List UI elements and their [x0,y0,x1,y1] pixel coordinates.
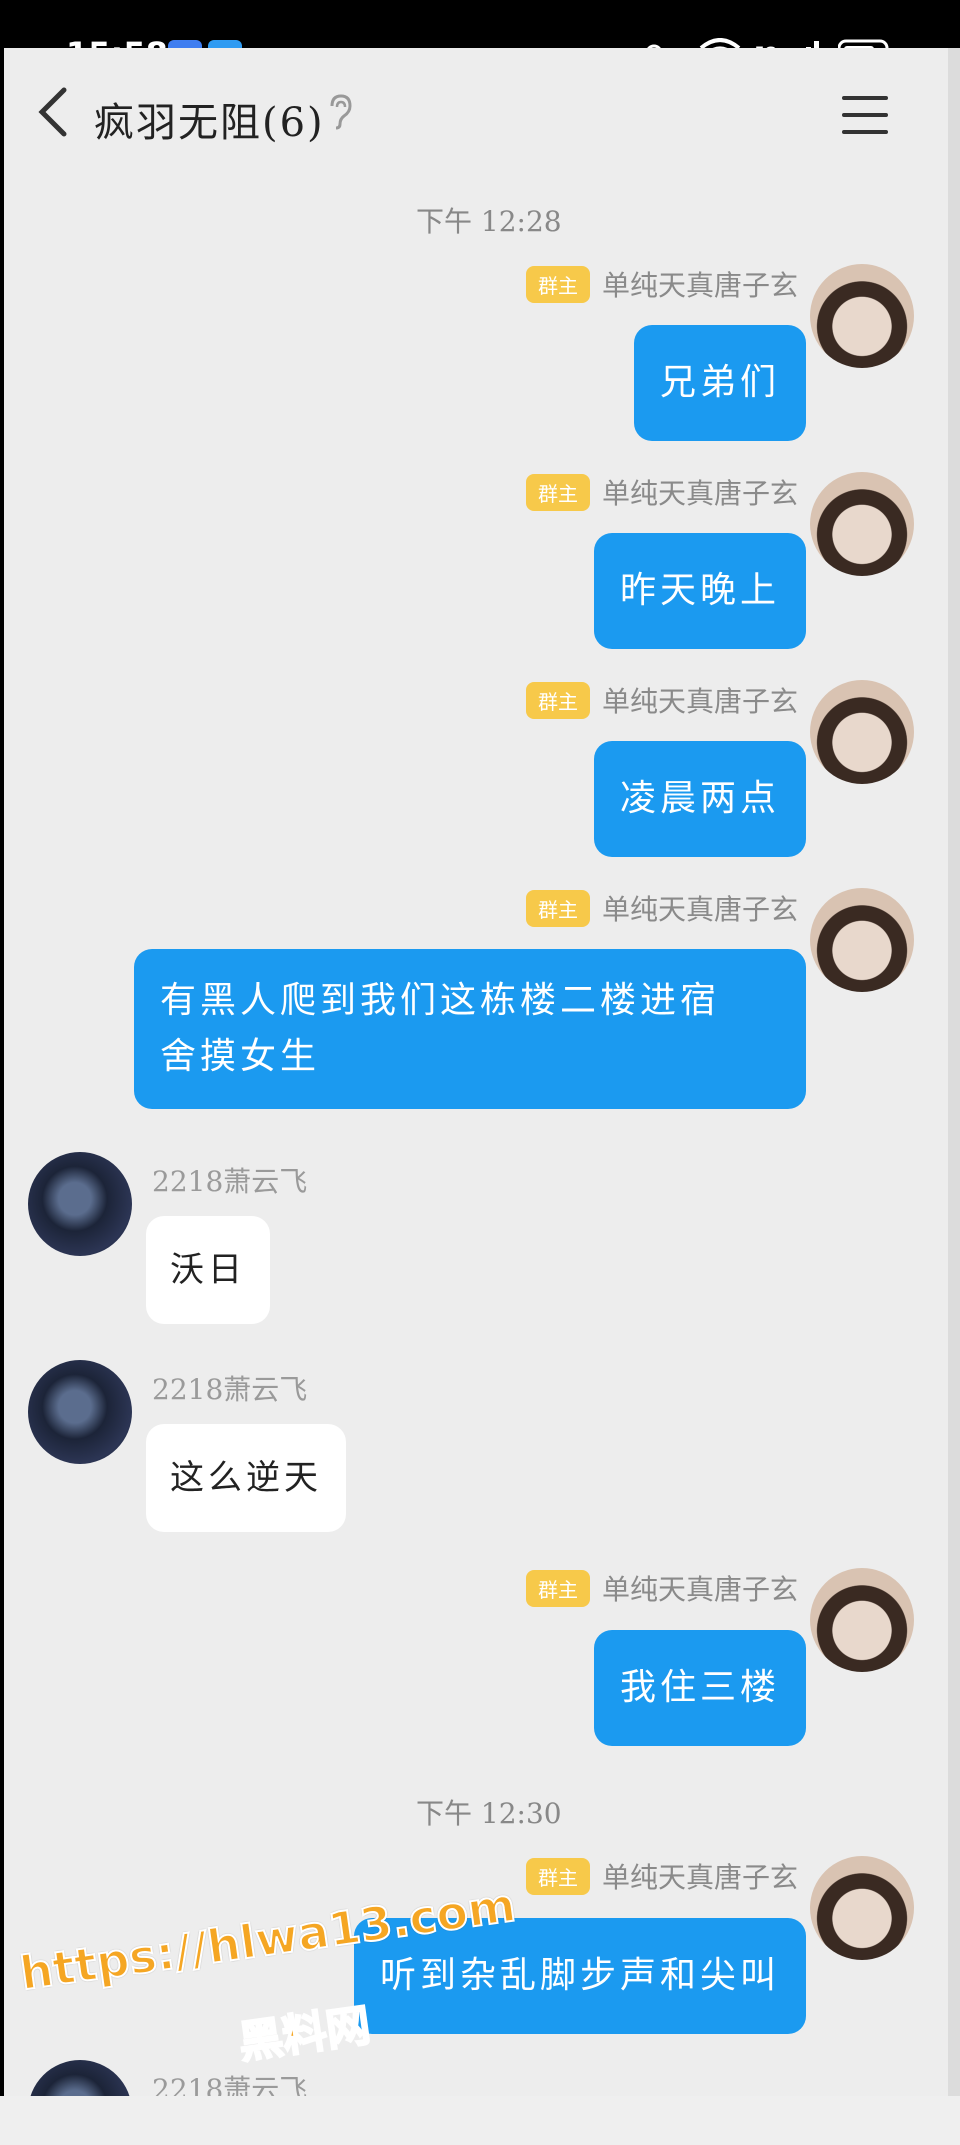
sender-row: 群主 单纯天真唐子玄 [525,264,798,304]
sender-row: 群主 单纯天真唐子玄 [525,1856,798,1896]
message-bubble[interactable]: 凌晨两点 [593,741,806,857]
timestamp: 下午 12:28 [416,205,562,238]
avatar[interactable] [810,472,914,576]
sender-row: 群主 单纯天真唐子玄 [525,680,798,720]
message-line: 有黑人爬到我们这栋楼二楼进宿 [160,980,721,1021]
avatar[interactable] [810,1856,914,1960]
avatar[interactable] [28,1360,132,1464]
sender-name[interactable]: 单纯天真唐子玄 [602,1856,798,1896]
message-bubble[interactable]: 沃日 [146,1216,270,1324]
owner-badge: 群主 [525,1569,590,1607]
message-line: 舍摸女生 [160,1036,321,1077]
message-bubble[interactable]: 昨天晚上 [593,533,806,649]
owner-badge: 群主 [525,265,590,303]
sender-row: 群主 单纯天真唐子玄 [525,1568,798,1608]
owner-badge: 群主 [525,1857,590,1895]
owner-badge: 群主 [525,889,590,927]
chat-title: 疯羽无阻(6) [94,100,325,146]
chevron-left-icon[interactable] [34,86,74,138]
timestamp: 下午 12:30 [416,1797,562,1830]
status-bar: 15:58 5G [0,0,960,73]
hamburger-menu-icon[interactable] [842,96,888,136]
message-bubble[interactable]: 我住三楼 [593,1630,806,1746]
ear-icon [330,94,352,130]
sender-name[interactable]: 2218萧云飞 [152,1368,307,1408]
avatar[interactable] [28,1152,132,1256]
chat-header: 疯羽无阻(6) [4,48,948,168]
sender-name[interactable]: 单纯天真唐子玄 [602,264,798,304]
avatar[interactable] [810,888,914,992]
sender-name[interactable]: 单纯天真唐子玄 [602,472,798,512]
message-bubble[interactable]: 这么逆天 [146,1424,346,1532]
message-bubble[interactable]: 兄弟们 [633,325,806,441]
sender-row: 群主 单纯天真唐子玄 [525,472,798,512]
message-bubble[interactable]: 有黑人爬到我们这栋楼二楼进宿 舍摸女生 [134,949,806,1109]
chat-screen: 疯羽无阻(6) 下午 12:28 群主 单纯天真唐子玄 兄弟们 群主 单纯天真唐… [4,48,948,2145]
owner-badge: 群主 [525,681,590,719]
sender-name[interactable]: 2218萧云飞 [152,1160,307,1200]
sender-name[interactable]: 单纯天真唐子玄 [602,1568,798,1608]
bottom-bar [0,2096,960,2145]
phone-frame: 15:58 5G 疯羽无阻(6) 下午 12:28 群主 单纯天真唐子玄 兄弟们 [0,0,960,2145]
avatar[interactable] [810,680,914,784]
avatar[interactable] [810,1568,914,1672]
owner-badge: 群主 [525,473,590,511]
sender-name[interactable]: 单纯天真唐子玄 [602,680,798,720]
screen-edge [948,48,960,2145]
avatar[interactable] [810,264,914,368]
sender-row: 群主 单纯天真唐子玄 [525,888,798,928]
sender-name[interactable]: 单纯天真唐子玄 [602,888,798,928]
